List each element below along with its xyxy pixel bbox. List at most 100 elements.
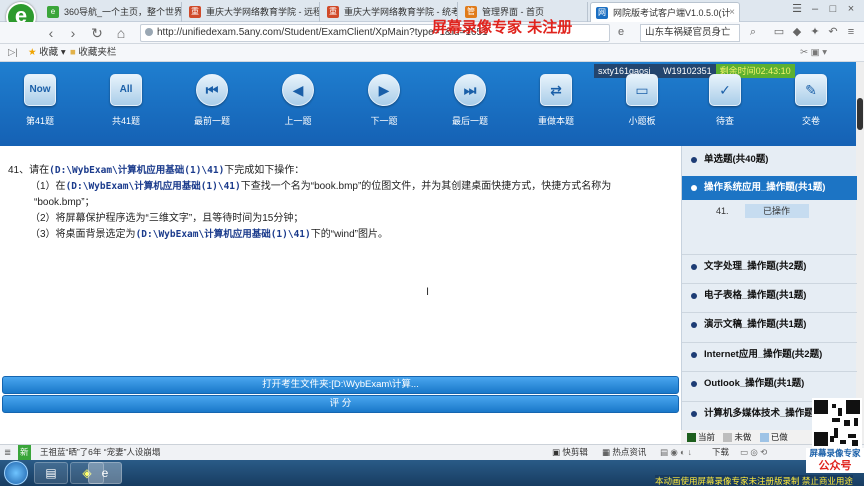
first-question-button[interactable]: ⏮ 最前一题 <box>185 74 239 127</box>
question-board-label: 小题板 <box>628 116 656 126</box>
search-input[interactable]: 山东车祸疑官员身亡 <box>640 24 740 42</box>
minimize-icon[interactable]: – <box>806 3 824 15</box>
bullet-icon <box>691 264 697 270</box>
question-item-41[interactable]: 41. 已操作 <box>716 204 809 218</box>
qr-module <box>838 408 842 416</box>
qr-module <box>814 432 828 446</box>
news-ticker[interactable]: 王祖蓝“晒”了6年 “宠妻”人设崩塌 <box>40 445 160 460</box>
tab-favicon-icon: 重 <box>189 6 201 18</box>
favorites-label: 收藏 <box>39 47 59 58</box>
tab-label: 360导航_一个主页，整个世界 <box>64 7 182 17</box>
hot-news-button[interactable]: ▦ 热点资讯 <box>602 445 646 460</box>
quick-edit-button[interactable]: ▣ 快剪辑 <box>552 445 588 460</box>
last-question-label: 最后一题 <box>451 116 488 126</box>
current-question-label: 第41题 <box>25 116 54 126</box>
close-window-icon[interactable]: × <box>842 3 860 15</box>
section-single-choice[interactable]: 单选题(共40题) <box>682 148 857 172</box>
sidebar-toggle-icon[interactable]: ▷| <box>8 44 18 62</box>
bookmark-tools-icon[interactable]: ✂ ▣ ▾ <box>800 44 827 62</box>
start-button[interactable] <box>4 461 28 485</box>
favorites-button[interactable]: ★ 收藏 ▾ <box>28 44 66 62</box>
last-question-icon: ⏭ <box>454 74 486 106</box>
bullet-icon <box>691 157 697 163</box>
previous-question-label: 上一题 <box>284 116 312 126</box>
next-question-button[interactable]: ▶ 下一题 <box>357 74 411 127</box>
text-cursor-icon: I <box>426 286 430 298</box>
taskbar-360-browser-icon[interactable]: e <box>88 462 122 484</box>
bullet-icon <box>691 381 697 387</box>
undo-icon[interactable]: ↶ <box>826 25 840 39</box>
status-extra-icon[interactable]: ▭ ◎ ⟲ <box>740 445 767 460</box>
recorder-notice: 本动画使用屏幕录像专家未注册版录制 禁止商业用途 <box>655 475 853 486</box>
bookmarks-bar: ▷| ★ 收藏 ▾ ■ 收藏夹栏 ✂ ▣ ▾ <box>0 44 864 62</box>
back-icon[interactable]: ‹ <box>42 24 60 42</box>
folder-label: 收藏夹栏 <box>78 47 117 58</box>
qr-code <box>812 398 862 448</box>
question-heading: 41、请在(D:\WybExam\计算机应用基础(1)\41)下完成如下操作： <box>8 165 305 176</box>
qr-module <box>830 436 834 442</box>
section-word-processing[interactable]: 文字处理_操作题(共2题) <box>682 254 857 278</box>
tab-favicon-icon: 网 <box>596 7 608 19</box>
section-internet[interactable]: Internet应用_操作题(共2题) <box>682 342 857 366</box>
tab-cqu-remote[interactable]: 重重庆大学网络教育学院 - 远程 <box>184 2 320 22</box>
first-question-label: 最前一题 <box>193 116 230 126</box>
bullet-icon <box>691 411 697 417</box>
review-later-button[interactable]: ✓ 待查 <box>698 74 752 127</box>
scrollbar-thumb[interactable] <box>857 98 863 130</box>
refresh-icon[interactable]: ↻ <box>88 24 106 42</box>
question-step-1: （1）在(D:\WybExam\计算机应用基础(1)\41)下查找一个名为“bo… <box>30 181 612 192</box>
section-outlook[interactable]: Outlook_操作题(共1题) <box>682 371 857 395</box>
section-os-operation[interactable]: 操作系统应用_操作题(共1题) <box>682 176 857 200</box>
redo-question-button[interactable]: ⇄ 重做本题 <box>529 74 583 127</box>
current-question-button[interactable]: Now 第41题 <box>13 74 67 127</box>
qr-caption: 屏幕录像专家 <box>806 448 864 459</box>
submit-exam-button[interactable]: ✎ 交卷 <box>784 74 838 127</box>
shield-icon[interactable]: ◆ <box>790 25 804 39</box>
close-tab-icon[interactable]: × <box>729 3 735 22</box>
site-info-icon <box>145 28 153 36</box>
question-step-3: （3）将桌面背景选定为(D:\WybExam\计算机应用基础(1)\41)下的“… <box>30 229 388 240</box>
question-item-status: 已操作 <box>744 204 809 218</box>
tab-label: 重庆大学网络教育学院 - 远程 <box>206 7 320 17</box>
menu-icon[interactable]: ☰ <box>788 2 806 15</box>
tab-360-nav[interactable]: e 360导航_一个主页，整个世界 <box>42 2 182 22</box>
all-questions-icon: All <box>110 74 142 106</box>
all-questions-label: 共41题 <box>111 116 140 126</box>
last-question-button[interactable]: ⏭ 最后一题 <box>443 74 497 127</box>
qr-module <box>846 400 860 414</box>
star-icon: ★ <box>28 47 37 58</box>
window-controls: ☰ – □ × <box>788 2 860 20</box>
question-board-button[interactable]: ▭ 小题板 <box>615 74 669 127</box>
home-icon[interactable]: ⌂ <box>112 24 130 42</box>
taskbar-explorer-icon[interactable]: ▤ <box>34 462 68 484</box>
submit-exam-icon: ✎ <box>795 74 827 106</box>
question-body: 41、请在(D:\WybExam\计算机应用基础(1)\41)下完成如下操作： … <box>8 163 673 243</box>
more-icon[interactable]: ≡ <box>844 25 858 39</box>
tab-exam-client[interactable]: 网网院版考试客户端V1.0.5.0(计 × <box>590 2 740 22</box>
score-button[interactable]: 评 分 <box>2 395 679 413</box>
bookmarks-folder[interactable]: ■ 收藏夹栏 <box>70 44 116 62</box>
page-scrollbar[interactable] <box>856 62 864 444</box>
bullet-icon <box>691 293 697 299</box>
translate-icon[interactable]: ✦ <box>808 25 822 39</box>
open-exam-folder-button[interactable]: 打开考生文件夹:[D:\WybExam\计算... <box>2 376 679 394</box>
all-questions-button[interactable]: All 共41题 <box>99 74 153 127</box>
qr-module <box>854 418 858 426</box>
search-icon[interactable]: ⌕ <box>746 25 760 39</box>
browser-mode-icon[interactable]: e <box>614 25 628 39</box>
download-button[interactable]: 下载 <box>712 445 729 460</box>
tab-favicon-icon: 重 <box>327 6 339 18</box>
list-icon[interactable]: ≣ <box>4 445 11 460</box>
previous-question-button[interactable]: ◀ 上一题 <box>271 74 325 127</box>
forward-icon[interactable]: › <box>64 24 82 42</box>
qr-module <box>814 400 828 414</box>
status-tools-icon[interactable]: ▤ ◉ ◐ ↓ <box>660 445 692 460</box>
maximize-icon[interactable]: □ <box>824 3 842 15</box>
section-presentation[interactable]: 演示文稿_操作题(共1题) <box>682 312 857 336</box>
browser-status-bar: ≣ 新 王祖蓝“晒”了6年 “宠妻”人设崩塌 ▣ 快剪辑 ▦ 热点资讯 ▤ ◉ … <box>0 444 864 460</box>
qr-module <box>852 440 858 446</box>
next-question-icon: ▶ <box>368 74 400 106</box>
section-spreadsheet[interactable]: 电子表格_操作题(共1题) <box>682 283 857 307</box>
question-item-number: 41. <box>716 206 729 216</box>
battery-icon[interactable]: ▭ <box>772 25 786 39</box>
